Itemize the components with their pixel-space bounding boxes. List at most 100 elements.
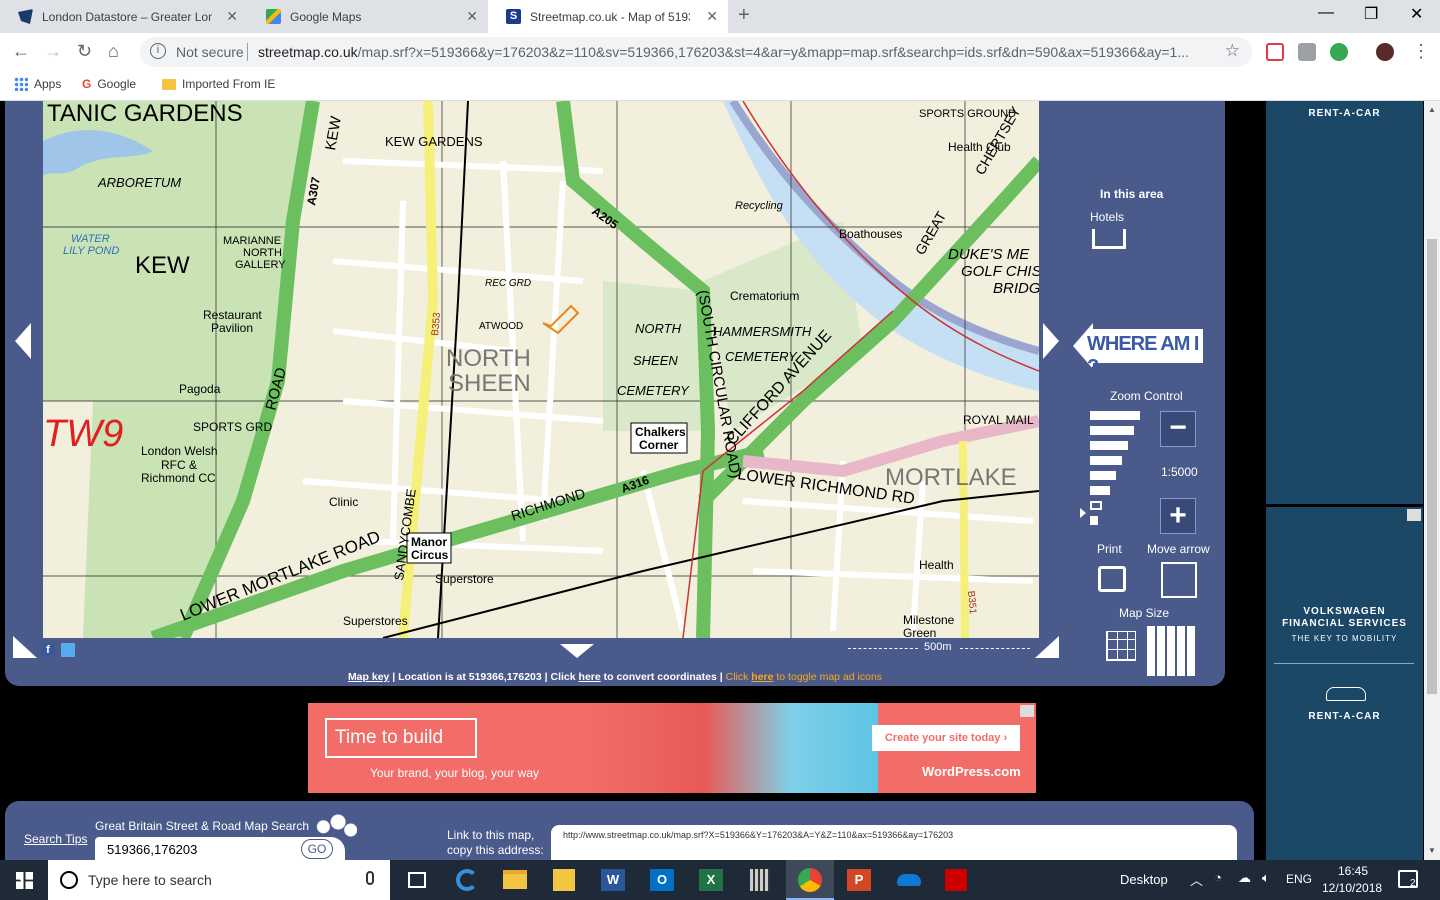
adchoices-icon[interactable] — [1020, 705, 1034, 717]
maximize-icon[interactable]: ❐ — [1364, 4, 1378, 24]
twitter-icon[interactable] — [61, 643, 75, 657]
language-indicator[interactable]: ENG — [1286, 872, 1312, 886]
zoom-bar[interactable] — [1090, 411, 1140, 420]
zoom-bar[interactable] — [1090, 426, 1134, 435]
close-tab-icon[interactable]: ✕ — [466, 8, 478, 25]
url-text[interactable]: streetmap.co.uk/map.srf?x=519366&y=17620… — [258, 44, 1208, 60]
cloud-icon[interactable]: ☁ — [1238, 870, 1251, 886]
explorer-user-icon[interactable] — [553, 869, 575, 891]
tab-streetmap[interactable]: S Streetmap.co.uk - Map of 51936 ✕ — [488, 0, 728, 33]
zoom-bar[interactable] — [1090, 456, 1122, 465]
where-am-i-button[interactable]: WHERE AM I ? — [1073, 323, 1203, 378]
powerpoint-icon[interactable]: P — [847, 869, 871, 891]
clock-time[interactable]: 16:45 — [1338, 864, 1368, 878]
label-kew-gardens-station: KEW GARDENS — [385, 134, 483, 149]
page-scrollbar[interactable]: ▲ ▼ — [1424, 101, 1440, 860]
scroll-thumb[interactable] — [1427, 239, 1437, 694]
zoom-bar[interactable] — [1090, 471, 1116, 480]
label-ns-cemetery-2: SHEEN — [633, 353, 678, 368]
outlook-icon[interactable]: O — [650, 869, 674, 891]
chrome-taskbar-icon[interactable] — [786, 860, 834, 900]
label-crematorium: Crematorium — [730, 289, 799, 303]
map-size-small-icon[interactable] — [1106, 631, 1136, 661]
profile-avatar[interactable] — [1376, 43, 1394, 61]
volume-icon[interactable]: 🔈︎ — [1262, 870, 1270, 886]
wordpress-ad-banner[interactable]: Time to build Your brand, your blog, you… — [308, 703, 1036, 793]
close-window-icon[interactable]: ✕ — [1410, 4, 1423, 24]
clock-date[interactable]: 12/10/2018 — [1322, 881, 1382, 895]
menu-kebab-icon[interactable]: ⋮ — [1412, 41, 1430, 62]
zoom-bar[interactable] — [1090, 486, 1110, 495]
map-size-large-icon[interactable] — [1145, 626, 1195, 676]
folder-icon — [162, 78, 176, 90]
reload-icon[interactable]: ↻ — [77, 41, 92, 62]
toggle-icons-link[interactable]: here — [751, 671, 773, 683]
pan-down-icon[interactable] — [560, 644, 594, 658]
convert-coordinates-link[interactable]: here — [579, 671, 601, 683]
extension-check-icon[interactable] — [1330, 43, 1348, 61]
info-icon[interactable]: i — [150, 43, 166, 59]
location-arrow-icon[interactable] — [542, 304, 580, 335]
map-key-link[interactable]: Map key — [348, 671, 389, 683]
network-icon[interactable]: ◔ — [1214, 870, 1222, 885]
zoom-out-button[interactable]: − — [1160, 411, 1196, 447]
extension-search-icon[interactable] — [1298, 43, 1316, 61]
acrobat-icon[interactable] — [945, 869, 967, 891]
search-input[interactable] — [105, 839, 300, 859]
bookmark-star-icon[interactable]: ☆ — [1225, 41, 1240, 61]
zoom-bar-current[interactable] — [1090, 501, 1102, 510]
close-tab-icon[interactable]: ✕ — [706, 8, 718, 25]
pan-bottom-right-icon[interactable] — [1035, 636, 1059, 658]
hotel-bed-icon[interactable] — [1092, 229, 1126, 249]
search-tips-link[interactable]: Search Tips — [24, 832, 87, 846]
edge-icon[interactable] — [456, 869, 478, 891]
ad-cta-button[interactable]: Create your site today › — [872, 725, 1020, 751]
desktop-toolbar-label[interactable]: Desktop — [1120, 872, 1168, 887]
task-view-icon[interactable] — [408, 872, 426, 888]
zoom-in-button[interactable]: + — [1160, 498, 1196, 534]
adchoices-side-icon[interactable] — [1407, 509, 1421, 521]
bookmark-imported[interactable]: Imported From IE — [162, 77, 275, 91]
microphone-icon[interactable] — [366, 871, 374, 885]
map-canvas[interactable]: TANIC GARDENS KEW NORTH SHEEN MORTLAKE T… — [43, 101, 1039, 638]
pan-right-icon[interactable] — [1043, 323, 1059, 359]
label-marianne-2: NORTH — [243, 247, 282, 259]
excel-icon[interactable]: X — [699, 869, 723, 891]
pan-left-icon[interactable] — [15, 323, 31, 359]
new-tab-icon[interactable]: + — [738, 4, 750, 27]
extension-pocket-icon[interactable] — [1266, 43, 1284, 61]
address-bar[interactable]: i Not secure streetmap.co.uk/map.srf?x=5… — [140, 37, 1252, 67]
pan-bottom-left-icon[interactable] — [13, 636, 37, 658]
windows-start-icon[interactable] — [16, 872, 33, 889]
minimize-icon[interactable]: — — [1318, 4, 1334, 22]
word-icon[interactable]: W — [601, 869, 625, 891]
label-rec-grd: REC GRD — [485, 278, 531, 289]
scroll-up-icon[interactable]: ▲ — [1428, 105, 1436, 114]
tab-london-datastore[interactable]: London Datastore – Greater Lonc ✕ — [0, 0, 248, 33]
onedrive-icon[interactable] — [897, 874, 921, 886]
file-explorer-icon[interactable] — [503, 870, 527, 889]
calculator-icon[interactable] — [750, 869, 770, 891]
tab-google-maps[interactable]: Google Maps ✕ — [248, 0, 488, 33]
bookmark-google[interactable]: G Google — [82, 77, 136, 91]
home-icon[interactable]: ⌂ — [108, 41, 119, 62]
link-textarea[interactable]: http://www.streetmap.co.uk/map.srf?X=519… — [551, 825, 1237, 861]
close-tab-icon[interactable]: ✕ — [226, 8, 238, 25]
tab-title: Streetmap.co.uk - Map of 51936 — [530, 9, 690, 24]
print-icon[interactable] — [1098, 566, 1126, 592]
volkswagen-side-ad[interactable]: RENT-A-CAR VOLKSWAGEN FINANCIAL SERVICES… — [1266, 101, 1423, 860]
label-a307: A307 — [304, 176, 323, 207]
forward-icon[interactable]: → — [44, 41, 62, 62]
label-chalkers-1: Chalkers — [635, 425, 686, 439]
facebook-icon[interactable]: f — [41, 643, 55, 657]
bookmark-apps[interactable]: Apps — [14, 77, 61, 91]
move-arrow-icon[interactable] — [1161, 562, 1197, 598]
label-b353: B353 — [430, 312, 443, 337]
back-icon[interactable]: ← — [12, 41, 30, 62]
scroll-down-icon[interactable]: ▼ — [1428, 846, 1436, 855]
chevron-up-icon[interactable]: ︿ — [1190, 870, 1203, 889]
zoom-bar[interactable] — [1090, 516, 1098, 525]
zoom-level-bars[interactable] — [1090, 411, 1140, 525]
zoom-bar[interactable] — [1090, 441, 1128, 450]
taskbar-search-box[interactable]: Type here to search — [48, 860, 390, 900]
